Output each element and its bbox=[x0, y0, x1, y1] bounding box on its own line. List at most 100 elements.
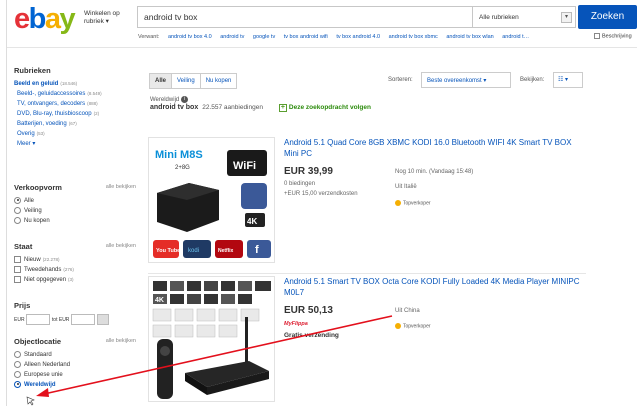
svg-text:WiFi: WiFi bbox=[233, 160, 256, 172]
item-location: Uit China bbox=[395, 308, 420, 314]
item-bids: 0 biedingen bbox=[284, 181, 316, 187]
svg-text:4K: 4K bbox=[247, 217, 257, 226]
categories-section: Rubrieken Beeld en geluid (18.546) Beeld-… bbox=[14, 66, 136, 149]
svg-text:4K: 4K bbox=[155, 297, 164, 304]
condition-section: Staat alle bekijken Nieuw (22.278) Tweede… bbox=[14, 242, 136, 285]
location-section: Objectlocatie alle bekijken Standaard Al… bbox=[14, 337, 136, 390]
tab-all[interactable]: Alle bbox=[149, 73, 173, 89]
top-rated-badge: Topverkoper bbox=[395, 323, 431, 329]
sort-label: Sorteren: bbox=[388, 77, 413, 83]
condition-option[interactable]: Nieuw (22.278) bbox=[14, 255, 136, 265]
see-all-link[interactable]: alle bekijken bbox=[106, 184, 136, 190]
more-categories-link[interactable]: Meer ▾ bbox=[14, 139, 136, 149]
category-item[interactable]: TV, ontvangers, decoders (888) bbox=[14, 99, 136, 109]
category-select[interactable]: Alle rubrieken ▾ bbox=[473, 6, 576, 28]
shop-by-category[interactable]: Winkelen op rubriek ▾ bbox=[84, 10, 126, 26]
item-shipping: +EUR 15,00 verzendkosten bbox=[284, 191, 358, 197]
top-rated-icon bbox=[395, 200, 401, 206]
radio-icon[interactable] bbox=[14, 206, 21, 214]
condition-option[interactable]: Tweedehands (276) bbox=[14, 265, 136, 275]
view-label: Bekijken: bbox=[520, 77, 545, 83]
format-option[interactable]: Veiling bbox=[14, 206, 136, 216]
svg-text:2+8G: 2+8G bbox=[175, 165, 190, 171]
svg-text:kodi: kodi bbox=[188, 248, 199, 254]
svg-text:Mini M8S: Mini M8S bbox=[155, 149, 203, 161]
item-shipping: Gratis verzending bbox=[284, 332, 339, 339]
category-item[interactable]: Overig (53) bbox=[14, 129, 136, 139]
see-all-link[interactable]: alle bekijken bbox=[106, 338, 136, 344]
location-option[interactable]: Alleen Nederland bbox=[14, 360, 136, 370]
radio-selected-icon[interactable] bbox=[14, 196, 21, 204]
tv-box-product-image: Mini M8S 2+8G WiFi 4K You Tube kodi Netf… bbox=[149, 138, 274, 262]
location-option[interactable]: Standaard bbox=[14, 350, 136, 360]
item-thumbnail[interactable]: 4K bbox=[148, 276, 275, 402]
item-price: EUR 50,13 bbox=[284, 305, 333, 316]
location-option-worldwide[interactable]: Wereldwijd bbox=[14, 380, 136, 390]
related-link[interactable]: android tv bbox=[220, 34, 244, 40]
item-location: Uit Italië bbox=[395, 184, 417, 190]
format-section: Verkoopvorm alle bekijken Alle Veiling N… bbox=[14, 183, 136, 226]
related-link[interactable]: android tv box 4.0 bbox=[168, 34, 212, 40]
related-link[interactable]: tv box android 4.0 bbox=[336, 34, 380, 40]
description-search-toggle[interactable]: Beschrijving bbox=[594, 33, 632, 39]
checkbox-icon[interactable] bbox=[14, 255, 21, 263]
plus-icon: + bbox=[278, 104, 287, 112]
ebay-logo[interactable]: ebay bbox=[14, 4, 76, 34]
chevron-down-icon: ▾ bbox=[561, 12, 572, 23]
info-icon[interactable]: i bbox=[180, 96, 188, 103]
price-range: EUR tot EUR bbox=[14, 314, 136, 325]
follow-search-button[interactable]: + Deze zoekopdracht volgen bbox=[278, 104, 371, 112]
categories-title: Rubrieken bbox=[14, 66, 51, 75]
price-title: Prijs bbox=[14, 301, 31, 310]
item-thumbnail[interactable]: Mini M8S 2+8G WiFi 4K You Tube kodi Netf… bbox=[148, 137, 275, 263]
item-divider bbox=[148, 273, 586, 274]
radio-icon[interactable] bbox=[14, 360, 21, 368]
item-title-link[interactable]: Android 5.1 Quad Core 8GB XBMC KODI 16.0… bbox=[284, 137, 584, 159]
radio-icon[interactable] bbox=[14, 350, 21, 358]
related-link[interactable]: google tv bbox=[253, 34, 275, 40]
tab-buy-now[interactable]: Nu kopen bbox=[200, 73, 238, 89]
category-item[interactable]: Beeld-, geluidaccessoires (8.549) bbox=[14, 89, 136, 99]
svg-text:Netflix: Netflix bbox=[218, 248, 234, 254]
radio-selected-icon[interactable] bbox=[14, 380, 21, 388]
search-input[interactable]: android tv box bbox=[137, 6, 473, 28]
related-link[interactable]: tv box android wifi bbox=[284, 34, 328, 40]
category-item[interactable]: Batterijen, voeding (67) bbox=[14, 119, 136, 129]
format-option[interactable]: Nu kopen bbox=[14, 216, 136, 226]
category-item[interactable]: DVD, Blu-ray, thuisbioscoop (2) bbox=[14, 109, 136, 119]
svg-text:You Tube: You Tube bbox=[156, 248, 180, 254]
svg-text:f: f bbox=[255, 244, 259, 256]
radio-icon[interactable] bbox=[14, 370, 21, 378]
category-item[interactable]: Beeld en geluid (18.546) bbox=[14, 79, 136, 89]
tv-box-product-image: 4K bbox=[149, 277, 274, 401]
related-link[interactable]: android t… bbox=[502, 34, 529, 40]
location-option[interactable]: Europese unie bbox=[14, 370, 136, 380]
format-option[interactable]: Alle bbox=[14, 196, 136, 206]
condition-option[interactable]: Niet opgegeven (3) bbox=[14, 275, 136, 285]
region-indicator: Wereldwijd i bbox=[150, 96, 188, 103]
radio-icon[interactable] bbox=[14, 216, 21, 224]
checkbox-icon[interactable] bbox=[14, 265, 21, 273]
related-link[interactable]: android tv box wlan bbox=[446, 34, 493, 40]
related-searches: Verwant: android tv box 4.0 android tv g… bbox=[138, 33, 632, 40]
tab-auction[interactable]: Veiling bbox=[172, 73, 201, 89]
item-title-link[interactable]: Android 5.1 Smart TV BOX Octa Core KODI … bbox=[284, 276, 584, 298]
checkbox-icon[interactable] bbox=[14, 275, 21, 283]
sort-select[interactable]: Beste overeenkomst ▾ bbox=[421, 72, 511, 88]
item-time-left: Nog 10 min. (Vandaag 15:48) bbox=[395, 169, 474, 175]
seller-brand-logo: MyFlippa bbox=[284, 321, 308, 327]
search-button[interactable]: Zoeken bbox=[578, 5, 637, 29]
related-link[interactable]: android tv box xbmc bbox=[389, 34, 438, 40]
top-rated-badge: Topverkoper bbox=[395, 200, 431, 206]
see-all-link[interactable]: alle bekijken bbox=[106, 243, 136, 249]
price-max-input[interactable] bbox=[71, 314, 96, 325]
result-summary: android tv box 22.557 aanbiedingen + Deze … bbox=[150, 104, 371, 112]
checkbox-icon[interactable] bbox=[594, 33, 600, 39]
price-submit-button[interactable] bbox=[96, 314, 109, 325]
view-select[interactable]: ☷ ▾ bbox=[553, 72, 583, 88]
price-min-input[interactable] bbox=[26, 314, 51, 325]
listing-type-tabs: Alle Veiling Nu kopen bbox=[149, 73, 238, 89]
price-section: Prijs EUR tot EUR bbox=[14, 301, 136, 325]
top-rated-icon bbox=[395, 323, 401, 329]
item-price: EUR 39,99 bbox=[284, 166, 333, 177]
